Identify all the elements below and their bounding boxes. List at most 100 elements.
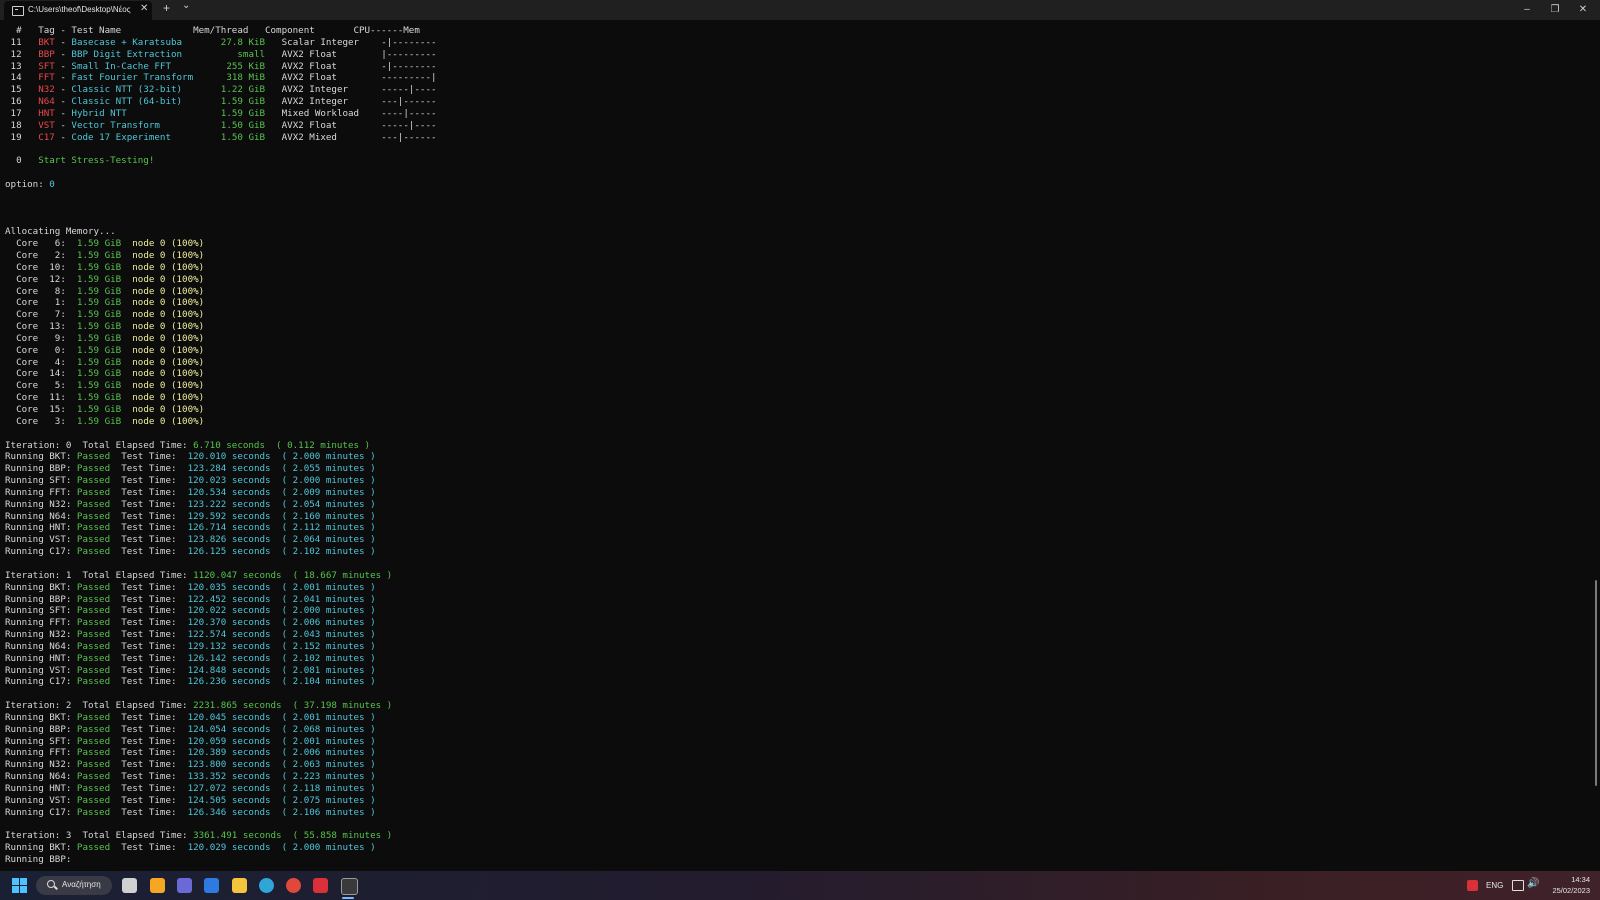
tray-app-icon[interactable]	[1467, 880, 1478, 891]
taskbar-search[interactable]: Αναζήτηση	[36, 876, 112, 895]
edge-icon[interactable]	[259, 878, 274, 893]
terminal-text: Passed	[76, 806, 111, 818]
widgets-icon[interactable]	[150, 878, 165, 893]
terminal-text: Core 12:	[5, 273, 77, 285]
terminal-text: AVX2 Float ---------|	[265, 72, 437, 84]
terminal-text: -	[54, 72, 72, 84]
terminal-text: Running C17:	[5, 676, 77, 688]
terminal-line: Running FFT: Passed Test Time: 120.534 s…	[5, 487, 1545, 499]
terminal-text: Running N64:	[5, 510, 77, 522]
terminal-line: Core 4: 1.59 GiB node 0 (100%)	[5, 357, 1545, 369]
terminal-text: 1.59 GiB	[76, 297, 122, 309]
terminal-text: 1.59 GiB	[220, 96, 266, 108]
terminal-text: 124.054 seconds ( 2.068 minutes )	[187, 723, 376, 735]
terminal-text: Test Time:	[110, 486, 188, 498]
terminal-text: -	[54, 84, 72, 96]
store-icon[interactable]	[204, 878, 219, 893]
terminal-text: -	[54, 96, 72, 108]
terminal-text: small	[237, 48, 266, 60]
terminal-line: 12 BBP - BBP Digit Extraction small AVX2…	[5, 49, 1545, 61]
terminal-icon[interactable]	[341, 878, 358, 895]
terminal-text: -	[54, 60, 72, 72]
task-view-icon[interactable]	[122, 878, 137, 893]
terminal-text: 11	[5, 36, 39, 48]
terminal-line: 16 N64 - Classic NTT (64-bit) 1.59 GiB A…	[5, 96, 1545, 108]
terminal-text: Basecase + Karatsuba	[71, 36, 221, 48]
search-label: Αναζήτηση	[62, 880, 101, 889]
scrollbar-thumb[interactable]	[1595, 580, 1597, 786]
terminal-text: node 0 (100%)	[132, 380, 205, 392]
chrome-icon[interactable]	[286, 878, 301, 893]
terminal-text: Core 4:	[5, 356, 77, 368]
clock-date[interactable]: 25/02/2023	[1548, 886, 1590, 895]
terminal-output[interactable]: # Tag - Test Name Mem/Thread Component C…	[5, 25, 1545, 865]
tab-title: C:\Users\theof\Desktop\Νέος	[28, 5, 131, 14]
app-red-icon[interactable]	[313, 878, 328, 893]
terminal-text: Running HNT:	[5, 652, 77, 664]
terminal-text: Test Time:	[110, 534, 188, 546]
volume-icon[interactable]: 🔊	[1527, 878, 1539, 889]
terminal-text: node 0 (100%)	[132, 273, 205, 285]
terminal-text: 1.59 GiB	[76, 309, 122, 321]
terminal-text: Test Time:	[110, 463, 188, 475]
terminal-line: Running BBP:	[5, 854, 1545, 865]
terminal-text: Passed	[76, 605, 111, 617]
terminal-text: 123.222 seconds ( 2.054 minutes )	[187, 498, 376, 510]
terminal-text: Passed	[76, 463, 111, 475]
terminal-text: Test Time:	[110, 783, 188, 794]
restore-button[interactable]: ❐	[1541, 0, 1569, 20]
terminal-text: Test Time:	[110, 711, 188, 723]
terminal-text: N64	[38, 96, 55, 108]
terminal-text: Test Time:	[110, 652, 188, 664]
terminal-text: Passed	[76, 771, 111, 783]
terminal-text: Passed	[76, 842, 111, 854]
terminal-text: Running SFT:	[5, 735, 77, 747]
terminal-text: node 0 (100%)	[132, 250, 205, 262]
terminal-text: Passed	[76, 617, 111, 629]
terminal-text: 1.59 GiB	[76, 380, 122, 392]
terminal-text: Test Time:	[110, 735, 188, 747]
terminal-text: Running BBP:	[5, 854, 77, 865]
terminal-text: 1120.047 seconds ( 18.667 minutes )	[193, 569, 393, 581]
terminal-text: Test Time:	[110, 794, 188, 806]
terminal-text: 1.59 GiB	[76, 321, 122, 333]
terminal-text: Passed	[76, 747, 111, 759]
terminal-text: Iteration: 2 Total Elapsed Time:	[5, 700, 194, 712]
tab-close-icon[interactable]: ✕	[140, 3, 148, 14]
terminal-text: 27.8 KiB	[220, 36, 266, 48]
terminal-text: Core 9:	[5, 332, 77, 344]
terminal-text: Classic NTT (32-bit)	[71, 84, 221, 96]
terminal-text: node 0 (100%)	[132, 356, 205, 368]
new-tab-button[interactable]: +	[163, 1, 170, 15]
terminal-line: Running BKT: Passed Test Time: 120.035 s…	[5, 582, 1545, 594]
network-icon[interactable]	[1512, 880, 1524, 891]
terminal-line: Core 5: 1.59 GiB node 0 (100%)	[5, 380, 1545, 392]
terminal-text: Passed	[76, 664, 111, 676]
chat-icon[interactable]	[177, 878, 192, 893]
terminal-line: option: 0	[5, 179, 1545, 191]
file-explorer-icon[interactable]	[232, 878, 247, 893]
close-window-button[interactable]: ✕	[1569, 0, 1597, 20]
terminal-text: 2231.865 seconds ( 37.198 minutes )	[193, 700, 393, 712]
terminal-text: Iteration: 0 Total Elapsed Time:	[5, 439, 194, 451]
clock-time[interactable]: 14:34	[1554, 875, 1590, 884]
language-indicator[interactable]: ENG	[1486, 881, 1503, 890]
terminal-text: Running N32:	[5, 498, 77, 510]
tab-dropdown-icon[interactable]: ⌄	[182, 0, 190, 11]
terminal-line: Running C17: Passed Test Time: 126.346 s…	[5, 807, 1545, 819]
minimize-button[interactable]: –	[1513, 0, 1541, 20]
terminal-line: Running FFT: Passed Test Time: 120.389 s…	[5, 747, 1545, 759]
terminal-line: 17 HNT - Hybrid NTT 1.59 GiB Mixed Workl…	[5, 108, 1545, 120]
terminal-line: Running VST: Passed Test Time: 124.505 s…	[5, 795, 1545, 807]
terminal-text: Test Time:	[110, 581, 188, 593]
terminal-tab[interactable]: C:\Users\theof\Desktop\Νέος ✕	[4, 1, 152, 20]
terminal-text: 6.710 seconds ( 0.112 minutes )	[193, 439, 371, 451]
terminal-text: AVX2 Float |---------	[265, 48, 437, 60]
start-windows-icon[interactable]	[12, 878, 27, 893]
